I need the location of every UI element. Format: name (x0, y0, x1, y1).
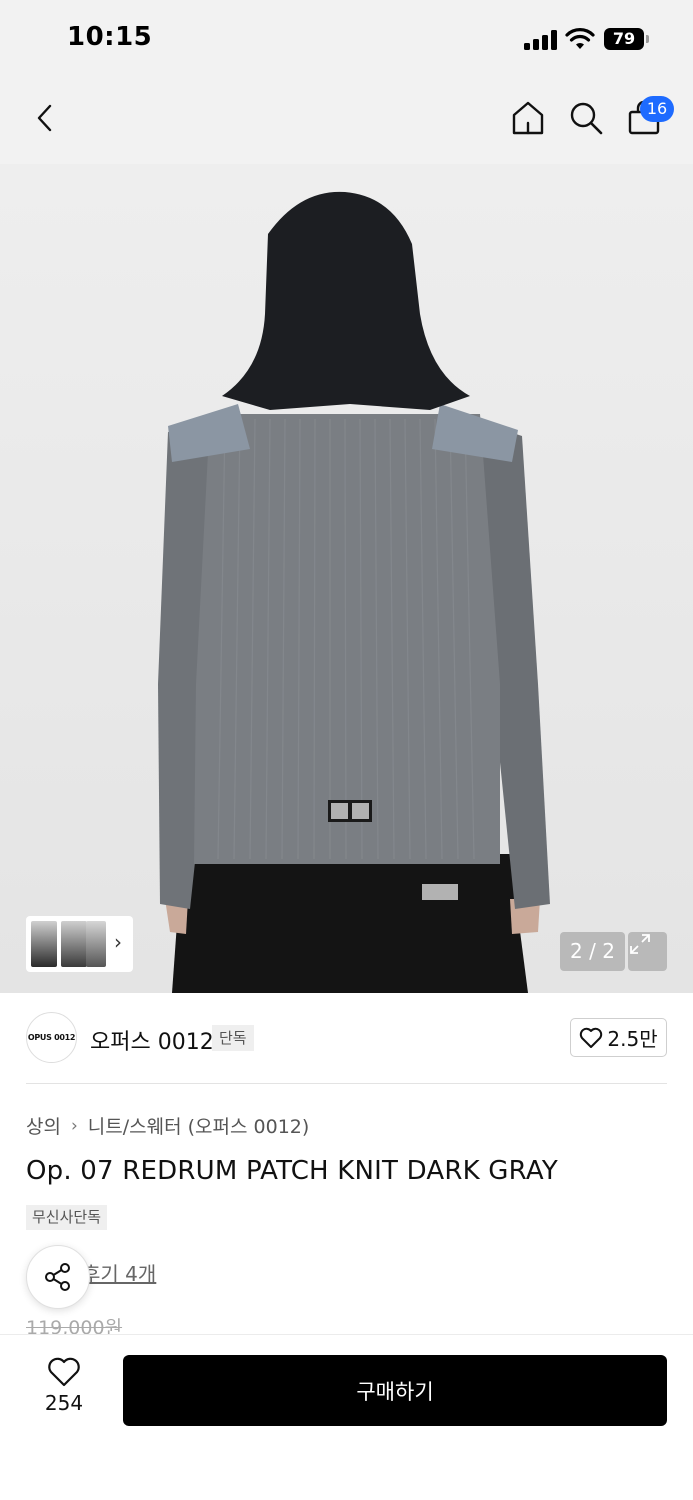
nav-bar (0, 78, 693, 164)
heart-icon (48, 1357, 80, 1387)
home-icon (512, 101, 544, 135)
chevron-right-icon: › (114, 930, 122, 954)
search-icon (570, 102, 603, 135)
battery-cap (646, 35, 649, 43)
search-button[interactable] (564, 96, 608, 140)
divider (26, 1083, 667, 1084)
battery-icon: 79 (604, 28, 644, 50)
chevron-left-icon (37, 104, 52, 132)
chevron-right-icon: › (70, 1115, 78, 1136)
expand-button[interactable] (628, 932, 667, 971)
brand-name[interactable]: 오퍼스 0012 (90, 1024, 214, 1056)
thumbnail[interactable] (61, 921, 87, 967)
product-title: Op. 07 REDRUM PATCH KNIT DARK GRAY (26, 1156, 558, 1186)
thumbnail-strip[interactable]: › (26, 916, 133, 972)
thumbnail[interactable] (31, 921, 57, 967)
review-link[interactable]: 후기 4개 (82, 1258, 156, 1287)
brand-like-button[interactable]: 2.5만 (570, 1018, 667, 1057)
expand-icon (630, 934, 650, 954)
breadcrumb: 상의 › 니트/스웨터 (오퍼스 0012) (26, 1112, 309, 1139)
brand-row: OPUS 0012 오퍼스 0012 단독 2.5만 (0, 993, 693, 1083)
cart-badge: 16 (640, 96, 674, 122)
brand-like-count: 2.5만 (607, 1027, 658, 1051)
brand-logo[interactable]: OPUS 0012 (26, 1012, 77, 1063)
exclusive-badge: 무신사단독 (26, 1205, 108, 1230)
breadcrumb-category[interactable]: 상의 (26, 1112, 61, 1139)
buy-button[interactable]: 구매하기 (123, 1355, 667, 1426)
signal-icon (524, 30, 558, 50)
heart-icon (580, 1027, 603, 1048)
image-counter: 2 / 2 (560, 932, 625, 971)
status-bar: 10:15 79 (0, 0, 693, 78)
breadcrumb-subcategory[interactable]: 니트/스웨터 (오퍼스 0012) (88, 1112, 310, 1139)
brand-tag: 단독 (212, 1025, 254, 1051)
share-button[interactable] (26, 1245, 90, 1309)
status-time: 10:15 (67, 22, 153, 52)
home-button[interactable] (506, 96, 550, 140)
wishlist-button[interactable]: 254 (26, 1357, 102, 1427)
product-image[interactable]: › 2 / 2 (0, 164, 693, 993)
bottom-action-bar: 254 구매하기 (0, 1334, 693, 1500)
wishlist-count: 254 (44, 1391, 84, 1415)
back-button[interactable] (23, 96, 67, 140)
product-photo (158, 191, 550, 993)
wifi-icon (565, 28, 595, 49)
share-icon (45, 1263, 70, 1291)
thumbnail[interactable] (86, 921, 106, 967)
